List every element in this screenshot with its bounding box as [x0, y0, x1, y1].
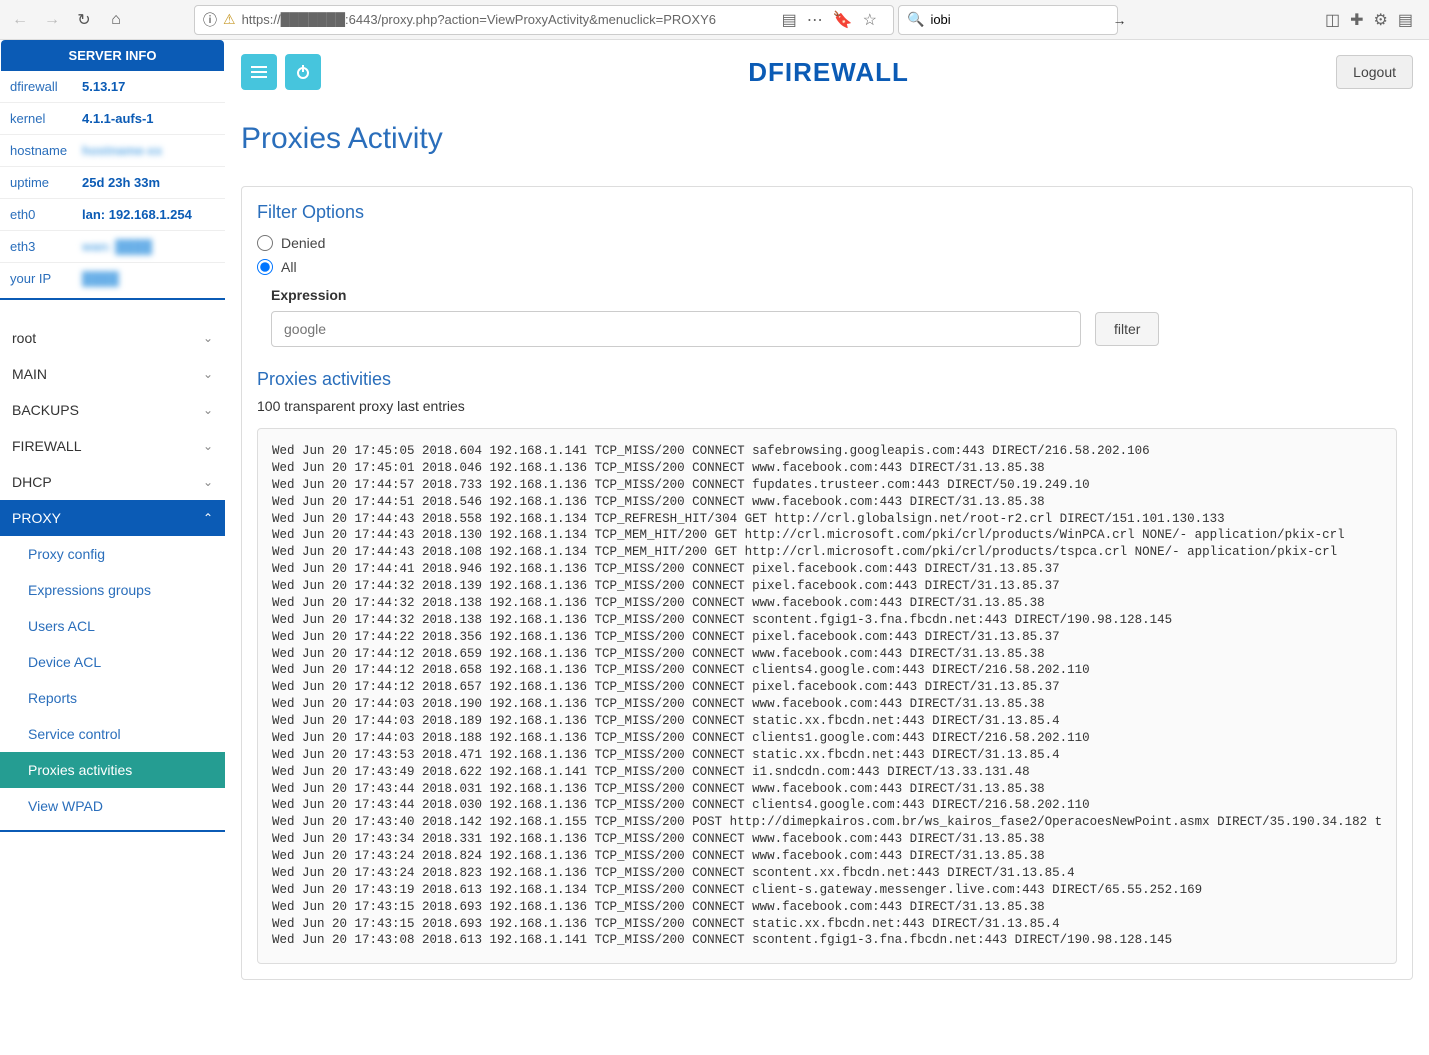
activities-heading: Proxies activities [257, 369, 1397, 390]
chevron-down-icon: ⌄ [203, 367, 213, 381]
sub-item-service-control[interactable]: Service control [0, 716, 225, 752]
radio-denied[interactable] [257, 235, 273, 251]
nav-item-main[interactable]: MAIN ⌄ [0, 356, 225, 392]
filter-panel: Filter Options Denied All Expression fil… [241, 186, 1413, 980]
pocket-icon[interactable]: 🔖 [833, 10, 853, 30]
nav-menu: root ⌄ MAIN ⌄ BACKUPS ⌄ FIREWALL ⌄ DHCP ⌄ PROXY ⌃ Pr… [0, 320, 225, 832]
browser-chrome: ← → ↻ ⌂ ⓘ ⚠ https://███████:6443/proxy.p… [0, 0, 1429, 40]
forward-button[interactable]: → [38, 6, 66, 34]
chevron-down-icon: ⌄ [203, 331, 213, 345]
settings-icon[interactable]: ⚙ [1374, 10, 1388, 30]
nav-item-root[interactable]: root ⌄ [0, 320, 225, 356]
main-content: DFIREWALL Logout Proxies Activity Filter… [225, 40, 1429, 1055]
library-icon[interactable]: ◫ [1325, 10, 1340, 30]
nav-item-proxy[interactable]: PROXY ⌃ [0, 500, 225, 536]
expression-label: Expression [271, 287, 1397, 303]
info-label: eth3 [10, 239, 82, 254]
info-value: lan: 192.168.1.254 [82, 207, 192, 222]
radio-all[interactable] [257, 259, 273, 275]
server-info-header: SERVER INFO [1, 40, 224, 71]
power-button[interactable] [285, 54, 321, 90]
sub-item-reports[interactable]: Reports [0, 680, 225, 716]
chevron-down-icon: ⌄ [203, 403, 213, 417]
info-row: kernel4.1.1-aufs-1 [0, 103, 225, 135]
info-value: 4.1.1-aufs-1 [82, 111, 154, 126]
chevron-down-icon: ⌄ [203, 439, 213, 453]
url-bar[interactable]: ⓘ ⚠ https://███████:6443/proxy.php?actio… [194, 5, 894, 35]
star-icon[interactable]: ☆ [863, 10, 877, 30]
info-label: kernel [10, 111, 82, 126]
nav-item-backups[interactable]: BACKUPS ⌄ [0, 392, 225, 428]
nav-item-label: PROXY [12, 510, 61, 526]
reload-button[interactable]: ↻ [70, 6, 98, 34]
logout-button[interactable]: Logout [1336, 55, 1413, 89]
nav-item-label: BACKUPS [12, 402, 79, 418]
topbar: DFIREWALL Logout [241, 40, 1413, 104]
search-icon: 🔍 [907, 11, 924, 28]
info-label: your IP [10, 271, 82, 286]
info-value: wan: ████ [82, 239, 152, 254]
server-info-panel: SERVER INFO dfirewall5.13.17kernel4.1.1-… [0, 40, 225, 300]
reader-icon[interactable]: ▤ [782, 10, 797, 30]
info-row: uptime25d 23h 33m [0, 167, 225, 199]
log-content: Wed Jun 20 17:45:05 2018.604 192.168.1.1… [272, 443, 1382, 949]
search-input[interactable] [930, 12, 1106, 27]
page-title: Proxies Activity [241, 122, 1413, 156]
log-box: Wed Jun 20 17:45:05 2018.604 192.168.1.1… [257, 428, 1397, 964]
nav-item-firewall[interactable]: FIREWALL ⌄ [0, 428, 225, 464]
sub-item-device-acl[interactable]: Device ACL [0, 644, 225, 680]
sidebar: SERVER INFO dfirewall5.13.17kernel4.1.1-… [0, 40, 225, 1055]
nav-item-label: FIREWALL [12, 438, 82, 454]
search-bar[interactable]: 🔍 → [898, 5, 1118, 35]
info-row: hostnamehostname-xx [0, 135, 225, 167]
info-icon[interactable]: ⓘ [203, 10, 217, 30]
entries-text: 100 transparent proxy last entries [257, 398, 1397, 414]
info-value: 25d 23h 33m [82, 175, 160, 190]
info-row: your IP████ [0, 263, 225, 294]
info-row: eth0lan: 192.168.1.254 [0, 199, 225, 231]
info-value: hostname-xx [82, 143, 162, 158]
chevron-up-icon: ⌃ [203, 511, 213, 525]
nav-item-label: MAIN [12, 366, 47, 382]
sub-item-view-wpad[interactable]: View WPAD [0, 788, 225, 824]
more-icon[interactable]: ⋯ [807, 10, 823, 30]
info-label: hostname [10, 143, 82, 158]
chevron-down-icon: ⌄ [203, 475, 213, 489]
back-button[interactable]: ← [6, 6, 34, 34]
info-value: 5.13.17 [82, 79, 125, 94]
info-label: dfirewall [10, 79, 82, 94]
menu-toggle-button[interactable] [241, 54, 277, 90]
brand-title: DFIREWALL [321, 57, 1336, 88]
sub-item-proxy-config[interactable]: Proxy config [0, 536, 225, 572]
url-text: https://███████:6443/proxy.php?action=Vi… [242, 12, 768, 27]
nav-item-dhcp[interactable]: DHCP ⌄ [0, 464, 225, 500]
nav-item-label: root [12, 330, 36, 346]
sub-item-expressions-groups[interactable]: Expressions groups [0, 572, 225, 608]
info-row: dfirewall5.13.17 [0, 71, 225, 103]
nav-item-label: DHCP [12, 474, 52, 490]
info-label: uptime [10, 175, 82, 190]
sub-item-proxies-activities[interactable]: Proxies activities [0, 752, 225, 788]
filter-button[interactable]: filter [1095, 312, 1159, 346]
home-button[interactable]: ⌂ [102, 6, 130, 34]
sub-item-users-acl[interactable]: Users ACL [0, 608, 225, 644]
extensions-icon[interactable]: ✚ [1350, 10, 1363, 30]
radio-denied-label[interactable]: Denied [281, 235, 325, 251]
info-value: ████ [82, 271, 119, 286]
info-row: eth3wan: ████ [0, 231, 225, 263]
lock-warning-icon: ⚠ [223, 11, 236, 28]
search-go-icon[interactable]: → [1112, 12, 1126, 28]
filter-heading: Filter Options [257, 202, 1397, 223]
sidebar-toggle-icon[interactable]: ▤ [1398, 10, 1413, 30]
expression-input[interactable] [271, 311, 1081, 347]
radio-all-label[interactable]: All [281, 259, 297, 275]
info-label: eth0 [10, 207, 82, 222]
